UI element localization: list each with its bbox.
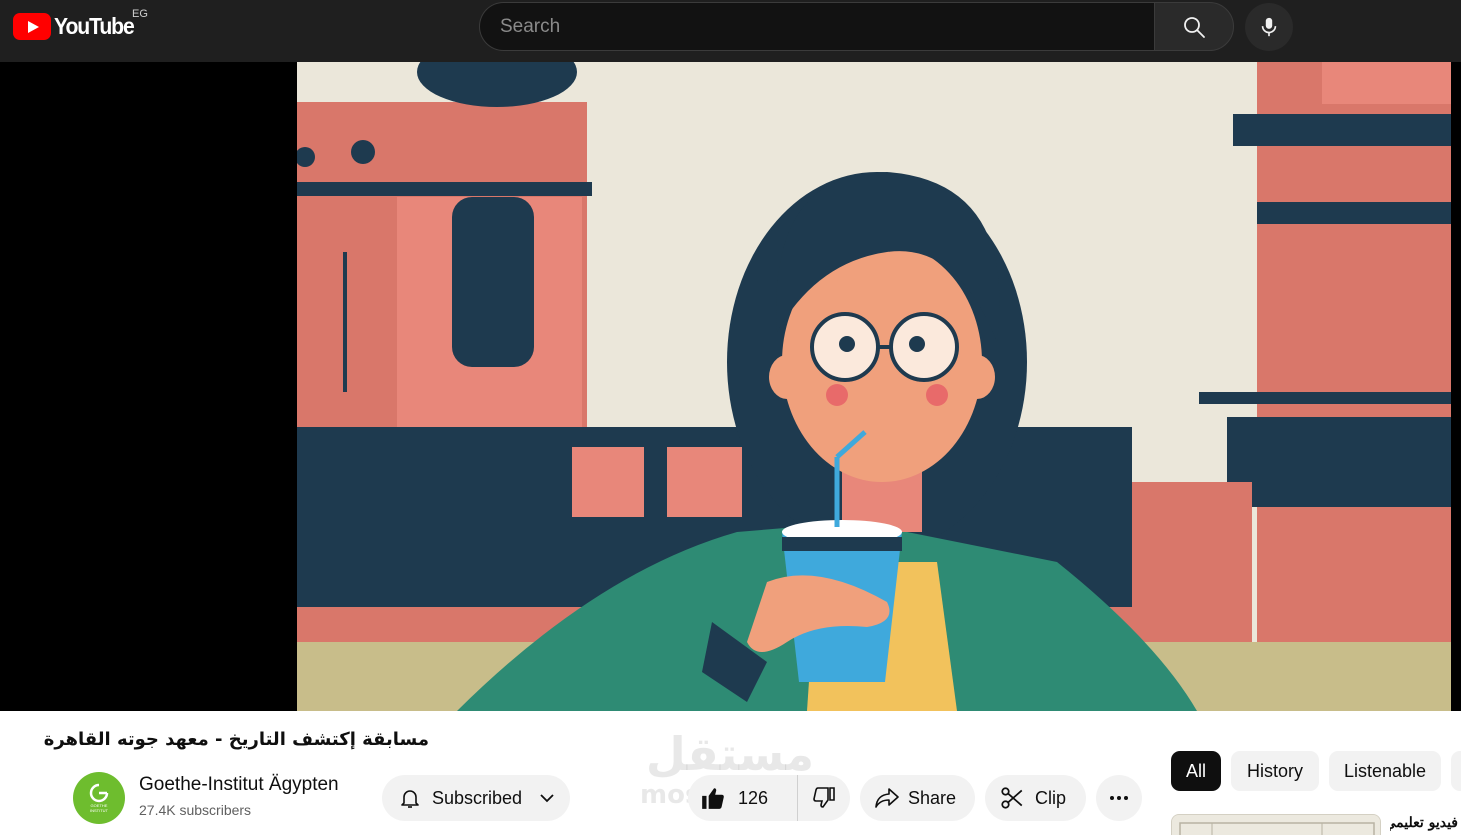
more-actions-button[interactable] <box>1096 775 1142 821</box>
recommended-video-thumbnail[interactable] <box>1171 814 1381 835</box>
watermark-arabic: مستقل <box>645 727 815 781</box>
masthead: YouTube EG <box>0 0 1461 62</box>
avatar-text: GOETHE INSTITUT <box>90 803 108 813</box>
bell-icon <box>401 790 419 808</box>
clip-button[interactable]: Clip <box>985 775 1086 821</box>
thumbs-down-icon <box>813 787 835 808</box>
goethe-logo-icon <box>89 783 112 803</box>
chip-overflow[interactable] <box>1451 751 1461 791</box>
video-title: مسابقة إكتشف التاريخ - معهد جوته القاهرة <box>43 729 429 750</box>
video-frame[interactable] <box>297 62 1451 711</box>
channel-name[interactable]: Goethe-Institut Ägypten <box>139 774 339 796</box>
chip-all[interactable]: All <box>1171 751 1221 791</box>
search-icon <box>1184 16 1205 38</box>
more-horizontal-icon <box>1110 796 1128 800</box>
voice-search-button[interactable] <box>1245 3 1293 51</box>
share-label: Share <box>908 787 957 808</box>
like-dislike-group: 126 <box>688 775 850 821</box>
channel-avatar[interactable]: GOETHE INSTITUT <box>73 772 125 824</box>
search-button[interactable] <box>1154 2 1234 51</box>
search-input[interactable] <box>480 3 1155 50</box>
clip-label: Clip <box>1035 787 1067 808</box>
like-count: 126 <box>738 787 769 808</box>
chip-listenable[interactable]: Listenable <box>1329 751 1441 791</box>
chevron-down-icon <box>540 794 554 803</box>
share-button[interactable]: Share <box>860 775 975 821</box>
youtube-play-logo-icon <box>13 13 51 40</box>
scissors-icon <box>1001 787 1023 809</box>
microphone-icon <box>1261 17 1277 37</box>
region-code: EG <box>132 8 148 20</box>
youtube-watch-page: YouTube EG Search مسابقة إكتشف التاريخ -… <box>0 0 1461 835</box>
thumbnail-image <box>1172 815 1380 835</box>
search-box <box>479 2 1155 51</box>
video-player[interactable] <box>0 62 1461 711</box>
video-illustration <box>297 62 1451 711</box>
subscriber-count: 27.4K subscribers <box>139 802 252 818</box>
subscribed-label: Subscribed <box>432 787 523 808</box>
subscribed-button[interactable]: Subscribed <box>382 775 570 821</box>
logo-text: YouTube <box>54 13 135 39</box>
recommended-video-title[interactable]: فيديو تعليمي <box>1390 815 1458 831</box>
dislike-button[interactable] <box>798 775 850 821</box>
thumbs-up-icon <box>702 788 724 809</box>
player-edge <box>1451 62 1461 711</box>
youtube-logo[interactable]: YouTube <box>13 13 141 40</box>
like-button[interactable]: 126 <box>688 775 798 821</box>
chip-history[interactable]: History <box>1231 751 1319 791</box>
share-icon <box>875 788 899 808</box>
